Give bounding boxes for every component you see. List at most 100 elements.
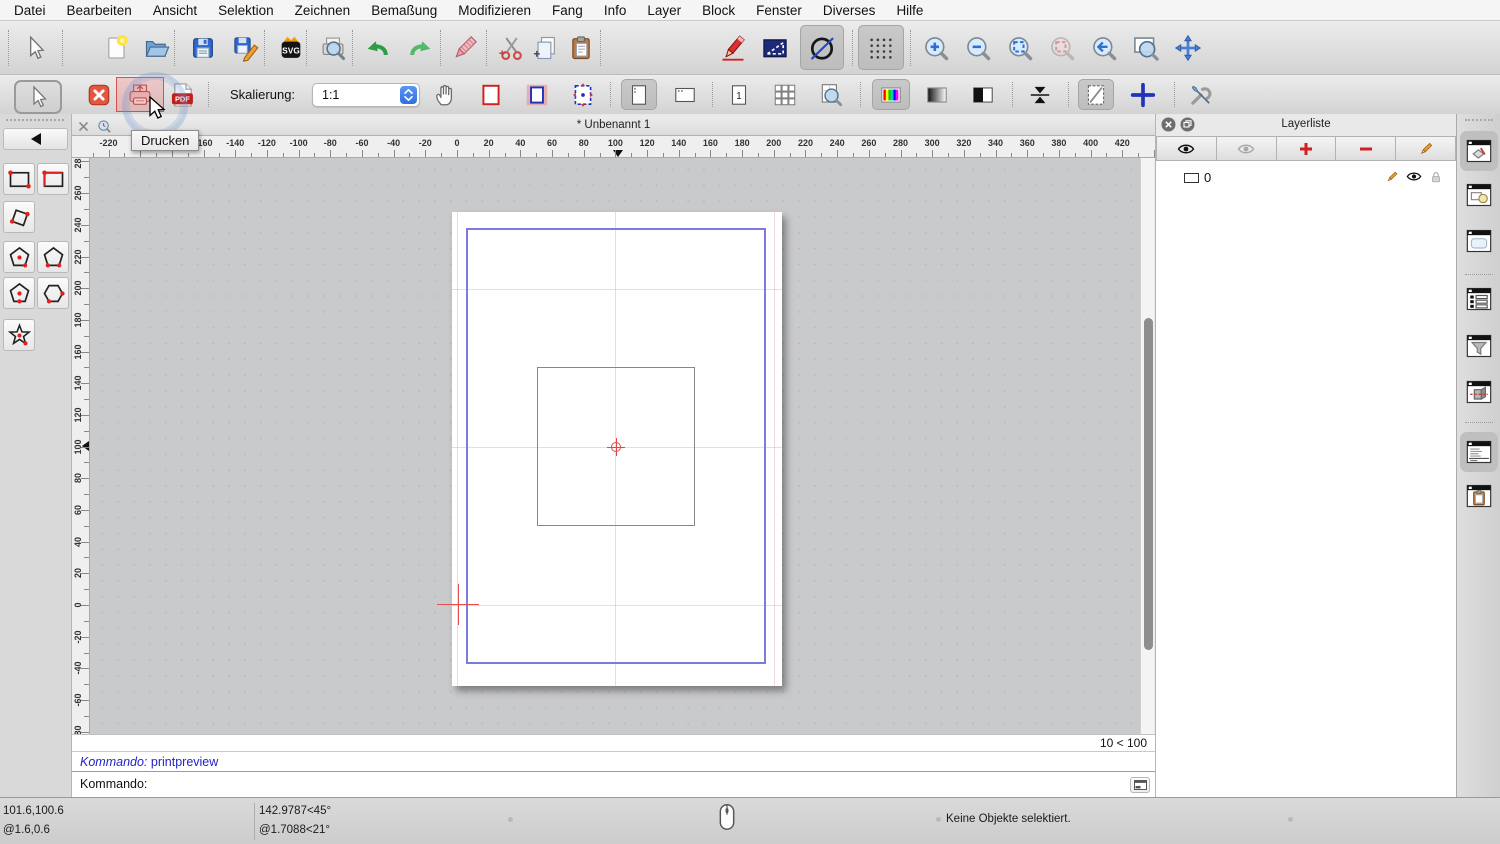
command-input[interactable]: Kommando: — [72, 771, 1155, 797]
mouse-pointer-selected-button[interactable] — [14, 80, 62, 114]
paste-button[interactable] — [562, 25, 600, 70]
polygon-center-corner-button[interactable] — [3, 241, 35, 273]
layer-edit-button[interactable] — [1384, 170, 1400, 186]
command-window-button[interactable] — [1130, 777, 1150, 793]
menu-item[interactable]: Zeichnen — [295, 3, 351, 18]
crosshair-button[interactable] — [1126, 79, 1160, 110]
delete-button[interactable] — [446, 25, 484, 70]
red-pencil-icon — [719, 34, 747, 62]
layer-visibility-button[interactable] — [1406, 170, 1422, 186]
pan-hand-button[interactable] — [428, 79, 462, 110]
settings-button[interactable] — [1184, 79, 1218, 110]
save-button[interactable] — [184, 25, 222, 70]
open-file-button[interactable] — [138, 25, 176, 70]
multi-page-button[interactable] — [768, 79, 802, 110]
previous-view-button[interactable] — [1085, 25, 1123, 70]
rectangle-2-corners-button[interactable] — [3, 163, 35, 195]
pdf-export-button[interactable]: PDF — [166, 79, 200, 110]
command-line-window-button[interactable] — [1460, 432, 1498, 472]
menu-item[interactable]: Layer — [647, 3, 681, 18]
panel-grip[interactable] — [6, 119, 64, 124]
paper-borders-button[interactable] — [474, 79, 508, 110]
menu-item[interactable]: Selektion — [218, 3, 274, 18]
landscape-button[interactable] — [667, 79, 703, 110]
full-color-button[interactable] — [872, 79, 910, 110]
auto-zoom-button[interactable] — [1001, 25, 1039, 70]
fit-to-page-button[interactable] — [566, 79, 600, 110]
polygon-center-side-button[interactable] — [3, 277, 35, 309]
draw-order-button[interactable] — [714, 25, 752, 70]
zoom-window-button[interactable] — [1127, 25, 1165, 70]
black-white-button[interactable] — [966, 79, 1000, 110]
cut-button[interactable] — [492, 25, 530, 70]
ortho-button[interactable] — [756, 25, 794, 70]
close-print-preview-button[interactable] — [82, 79, 116, 110]
print-button[interactable] — [118, 79, 162, 110]
grid-toggle-button[interactable] — [858, 25, 904, 70]
pan-button[interactable] — [1169, 25, 1207, 70]
new-document-button[interactable] — [98, 25, 136, 70]
vertical-center-button[interactable] — [1023, 79, 1057, 110]
layer-panel-titlebar: Layerliste — [1156, 114, 1456, 136]
zoom-out-button[interactable] — [959, 25, 997, 70]
drawing-canvas[interactable] — [90, 158, 1140, 734]
svg-export-button[interactable]: SVG — [272, 25, 310, 70]
menu-item[interactable]: Bearbeiten — [67, 3, 132, 18]
redo-button[interactable] — [402, 25, 440, 70]
add-layer-button[interactable] — [1277, 136, 1337, 161]
scrollbar-thumb[interactable] — [1144, 318, 1153, 650]
menu-item[interactable]: Info — [604, 3, 627, 18]
main-toolbar: SVG — [0, 21, 1500, 75]
rectangle-size-button[interactable] — [37, 163, 69, 195]
hexagon-button[interactable] — [37, 277, 69, 309]
menu-item[interactable]: Datei — [14, 3, 46, 18]
menu-item[interactable]: Fenster — [756, 3, 802, 18]
layer-lock-button[interactable] — [1428, 170, 1444, 186]
menu-item[interactable]: Ansicht — [153, 3, 197, 18]
stepper-icon[interactable] — [400, 86, 417, 104]
grayscale-button[interactable] — [920, 79, 954, 110]
layer-row[interactable]: 0 — [1156, 168, 1456, 188]
page-borders-button[interactable] — [1078, 79, 1114, 110]
menu-item[interactable]: Fang — [552, 3, 583, 18]
mouse-pointer-button[interactable] — [16, 25, 54, 70]
menu-item[interactable]: Modifizieren — [458, 3, 531, 18]
ruler-tick — [869, 150, 870, 157]
show-all-layers-button[interactable] — [1156, 136, 1217, 161]
polygon-2-corners-button[interactable] — [37, 241, 69, 273]
mouse-status-icon — [717, 802, 737, 832]
layer-list-window-button[interactable] — [1460, 131, 1498, 171]
menu-item[interactable]: Bemaßung — [371, 3, 437, 18]
panel-grip[interactable] — [1465, 119, 1493, 124]
selection-filter-window-button[interactable] — [1464, 331, 1494, 361]
hide-all-layers-button[interactable] — [1217, 136, 1277, 161]
save-as-button[interactable] — [226, 25, 264, 70]
print-preview-button[interactable] — [314, 25, 352, 70]
portrait-button[interactable] — [621, 79, 657, 110]
clipboard-window-button[interactable] — [1464, 481, 1494, 511]
block-list-window-button[interactable] — [1464, 180, 1494, 210]
scale-select[interactable]: 1:1 — [312, 83, 420, 107]
menu-item[interactable]: Diverses — [823, 3, 876, 18]
remove-layer-button[interactable] — [1336, 136, 1396, 161]
undo-button[interactable] — [358, 25, 396, 70]
zoom-selection-button[interactable] — [1043, 25, 1081, 70]
zoom-in-button[interactable] — [917, 25, 955, 70]
ruler-label: 20 — [72, 558, 84, 588]
copy-button[interactable] — [526, 25, 564, 70]
star-button[interactable] — [3, 319, 35, 351]
menu-item[interactable]: Hilfe — [896, 3, 923, 18]
margins-button[interactable] — [520, 79, 554, 110]
library-browser-window-button[interactable] — [1464, 226, 1494, 256]
vertical-scrollbar[interactable] — [1140, 158, 1154, 734]
pen-toolbar-window-button[interactable] — [1464, 377, 1494, 407]
rectangle-rotated-button[interactable] — [3, 201, 35, 233]
single-page-button[interactable]: 1 — [722, 79, 756, 110]
document-title: * Unbenannt 1 — [72, 119, 1155, 131]
restrict-nothing-button[interactable] — [800, 25, 844, 70]
zoom-page-button[interactable] — [814, 79, 848, 110]
back-button[interactable] — [3, 128, 68, 150]
edit-layer-button[interactable] — [1396, 136, 1456, 161]
property-editor-window-button[interactable] — [1464, 284, 1494, 314]
menu-item[interactable]: Block — [702, 3, 735, 18]
